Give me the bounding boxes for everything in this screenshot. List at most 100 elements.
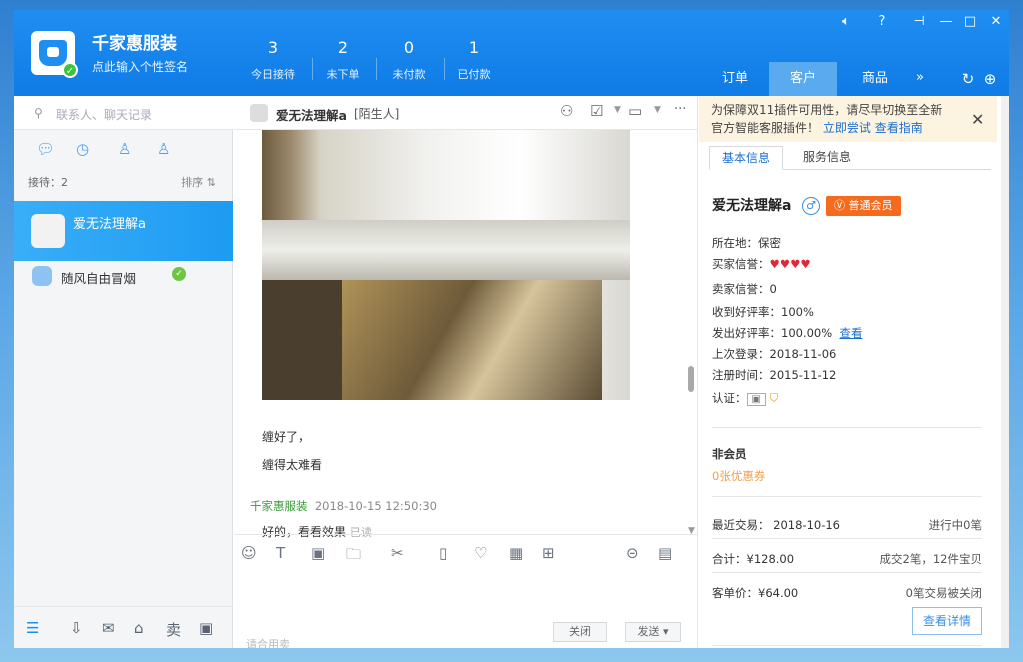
online-check-icon: ✓: [62, 62, 78, 78]
close-icon[interactable]: ✕: [986, 14, 1006, 29]
online-check-icon: ✓: [172, 267, 186, 281]
maximize-icon[interactable]: □: [960, 14, 980, 29]
signature-input[interactable]: 点此输入个性签名: [92, 58, 188, 75]
recent-trade: 最近交易： 2018-10-16: [712, 518, 840, 532]
search-icon: ⚲: [34, 106, 43, 120]
divider: [712, 645, 982, 646]
add-icon[interactable]: ⊕: [980, 70, 1000, 88]
customer-name: 爱无法理解a: [712, 198, 792, 214]
folder-icon[interactable]: 🗀︎: [346, 544, 361, 569]
bottom-toolbar: ☰ ⇩ ✉ ⌂ 卖 ▣: [14, 606, 233, 648]
ongoing-trades: 进行中0笔: [928, 518, 982, 532]
logo-icon: [39, 40, 67, 66]
total-amount: 合计：¥128.00: [712, 552, 795, 566]
stat-unpaid[interactable]: 0 未付款: [379, 38, 439, 82]
message-meta: 千家惠服装 2018-10-15 12:50:30: [250, 499, 437, 513]
receiving-count: 接待：2: [28, 176, 68, 189]
sell-icon[interactable]: 卖: [166, 619, 181, 640]
window-icon[interactable]: ▣: [199, 619, 213, 637]
tab-orders[interactable]: 订单: [701, 62, 769, 96]
notice-text: 为保障双11插件可用性，请尽早切换至全新: [711, 103, 943, 117]
buyer-credit: 买家信誉：♥♥♥♥: [712, 257, 811, 271]
chat-bubble-icon[interactable]: ⊝: [626, 544, 639, 562]
store-icon[interactable]: ⌂: [134, 619, 144, 637]
search-placeholder: 联系人、聊天记录: [56, 108, 153, 122]
id-card-icon: ▣: [746, 393, 766, 406]
scrollbar-thumb[interactable]: [688, 366, 694, 392]
sort-button[interactable]: 排序 ⇅: [181, 174, 216, 190]
send-button[interactable]: 发送 ▾: [625, 622, 681, 642]
more-icon[interactable]: ···: [674, 102, 686, 117]
chat-contact-name: 爱无法理解a: [276, 108, 347, 123]
font-icon[interactable]: T: [276, 544, 285, 562]
stat-paid[interactable]: 1 已付款: [444, 38, 504, 82]
video-icon[interactable]: ▭: [628, 102, 642, 120]
seller-credit: 卖家信誉：0: [712, 282, 777, 296]
image-content: [262, 280, 342, 400]
customer-scrollbar[interactable]: [1001, 96, 1009, 648]
mail-icon[interactable]: ✉: [102, 619, 115, 637]
stat-today[interactable]: 3 今日接待: [243, 38, 303, 82]
guide-link[interactable]: 查看指南: [875, 121, 923, 135]
shop-logo[interactable]: ✓: [31, 31, 78, 78]
contact-item[interactable]: 爱无法理解a: [14, 201, 233, 261]
close-chat-button[interactable]: 关闭: [553, 622, 607, 642]
view-details-button[interactable]: 查看详情: [912, 607, 982, 635]
image-content: [262, 220, 630, 280]
chevron-down-icon[interactable]: ▼: [654, 105, 661, 115]
phone-icon[interactable]: ▯: [439, 544, 447, 562]
tab-basic-info[interactable]: 基本信息: [709, 146, 784, 170]
avatar: [250, 104, 268, 122]
groups-tab-icon[interactable]: ♙: [157, 140, 170, 158]
heart-icon: ♥♥♥♥: [769, 257, 811, 271]
chat-panel: 爱无法理解a [陌生人] ⚇ ☑ ▼ ▭ ▼ ··· 缠好了， 缠得太难看 千家…: [234, 96, 698, 648]
register-time: 注册时间：2015-11-12: [712, 368, 837, 382]
shop-name: 千家惠服装: [92, 34, 177, 54]
close-notice-icon[interactable]: ✕: [971, 110, 984, 129]
minimize-icon[interactable]: —: [936, 14, 956, 29]
calculator-icon[interactable]: ▦: [509, 544, 523, 562]
chat-image[interactable]: [262, 130, 630, 400]
input-placeholder[interactable]: 请合用卖: [246, 636, 290, 648]
image-icon[interactable]: ▣: [311, 544, 325, 562]
recent-tab-icon[interactable]: ◷: [76, 140, 89, 158]
coupon-count[interactable]: 0张优惠券: [712, 468, 765, 484]
view-link[interactable]: 查看: [839, 326, 862, 340]
tab-customer[interactable]: 客户: [769, 62, 837, 96]
history-icon[interactable]: ▤: [658, 544, 672, 562]
avatar: [31, 214, 65, 248]
more-tabs-icon[interactable]: »: [910, 70, 930, 85]
menu-icon[interactable]: ☰: [26, 619, 39, 637]
chat-message: 缠好了，: [262, 430, 311, 444]
add-contact-icon[interactable]: ⚇: [560, 102, 573, 120]
avatar: [32, 266, 52, 286]
last-login: 上次登录：2018-11-06: [712, 347, 837, 361]
scissors-icon[interactable]: ✂: [391, 544, 404, 562]
tab-products[interactable]: 商品: [841, 62, 909, 96]
refresh-icon[interactable]: ↻: [958, 70, 978, 88]
good-sent: 发出好评率：100.00% 查看: [712, 326, 863, 340]
favorite-icon[interactable]: ♡: [474, 544, 487, 562]
pin-icon[interactable]: ⊣: [909, 14, 929, 29]
divider: [712, 572, 982, 573]
try-now-link[interactable]: 立即尝试: [823, 121, 871, 135]
download-icon[interactable]: ⇩: [70, 619, 83, 637]
chevron-down-icon[interactable]: ▼: [614, 105, 621, 115]
tab-service-info[interactable]: 服务信息: [791, 146, 863, 170]
member-badge: Ⓥ 普通会员: [826, 196, 901, 216]
stat-divider: [376, 58, 377, 80]
coupon-icon[interactable]: ⊞: [542, 544, 555, 562]
volume-icon[interactable]: 🔈︎: [836, 14, 856, 29]
header-bar: ✓ 千家惠服装 点此输入个性签名 3 今日接待 2 未下单 0 未付款 1 已付款 🔈︎…: [14, 10, 1009, 96]
stat-unordered[interactable]: 2 未下单: [313, 38, 373, 82]
help-icon[interactable]: ?: [872, 14, 892, 29]
search-box[interactable]: ⚲ 联系人、聊天记录: [14, 96, 233, 130]
chat-tab-icon[interactable]: 💬︎: [36, 140, 55, 158]
certification: 认证： ▣ ⛉: [712, 391, 779, 406]
contacts-tab-icon[interactable]: ♙: [118, 140, 131, 158]
info-tabs: 基本信息 服务信息: [709, 146, 991, 170]
contact-item[interactable]: 随风自由冒烟 ✓: [14, 261, 233, 305]
emoji-icon[interactable]: ☺: [241, 544, 257, 562]
notice-line2: 官方智能客服插件！ 立即尝试 查看指南: [711, 121, 923, 135]
task-icon[interactable]: ☑: [590, 102, 603, 120]
